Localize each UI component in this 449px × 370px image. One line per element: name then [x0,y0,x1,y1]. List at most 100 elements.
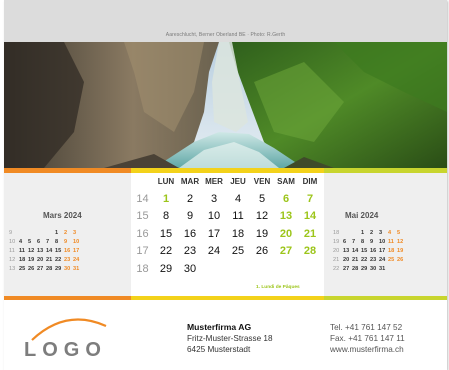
prev-month-grid: 9 1 2 3 10 4 5 6 7 8 9 10 11 11 12 13 14 15 16 17 12 18 19 20 21… [9,229,82,274]
weekday-label: SAM [277,177,295,186]
next_month-week-row: 20 13 14 15 16 17 18 19 [333,247,406,256]
main-day: 29 [159,262,173,275]
next_month-day: 14 [352,248,359,254]
prev_month-day: 4 [19,239,23,245]
prev_month-week-row: 13 25 26 27 28 29 30 31 [9,265,82,274]
next_month-day: 19 [397,248,404,254]
next_month-day: 5 [397,230,401,236]
prev_month-day: 6 [37,239,41,245]
next_month-day: 26 [397,257,404,263]
main-day: 26 [255,245,269,257]
weekday-label: VEN [253,177,271,186]
prev_month-day: 24 [73,257,80,263]
company-address: Musterfirma AG Fritz-Muster-Strasse 18 6… [187,322,273,355]
next-month-grid: 18 1 2 3 4 5 19 6 7 8 9 10 11 12 20 13 14 15 16 17 18 19 21 20 2… [333,229,406,274]
main-day: 23 [183,245,197,257]
phone-number: Tel. +41 761 147 52 [330,323,403,332]
prev_month-day: 13 [37,248,44,254]
prev_month-day [19,229,28,238]
prev-month-title: Mars 2024 [43,211,82,220]
website: www.musterfirma.ch [330,345,404,354]
prev_month-week-number: 12 [9,257,16,263]
holiday-note: 1. Lundi de Pâques [256,285,300,290]
main-day: 11 [232,210,244,222]
next_month-week-row: 18 1 2 3 4 5 [333,229,406,238]
prev_month-day: 3 [73,230,77,236]
main-day: 22 [159,245,173,257]
next_month-day: 31 [379,266,386,272]
main-day: 10 [207,210,221,222]
prev_month-day: 16 [64,248,71,254]
next_month-week-row: 22 27 28 29 30 31 [333,265,406,274]
main-day: 7 [306,192,314,205]
company-city: 6425 Musterstadt [187,345,251,354]
next_month-day: 23 [370,257,377,263]
main-day: 15 [159,227,173,240]
main-day: 28 [303,245,317,257]
prev_month-day: 7 [46,239,50,245]
main-day: 20 [279,227,293,240]
main-day: 5 [258,192,266,205]
weekday-label: MER [205,177,223,186]
weekday-label: MAR [180,177,200,186]
next_month-day: 17 [379,248,386,254]
main-week-number: 14 [136,192,149,205]
next-month-title: Mai 2024 [345,211,379,220]
bottom-band-lime [324,296,447,300]
next_month-day: 22 [361,257,368,263]
next_month-day [397,265,406,274]
fax-number: Fax. +41 761 147 11 [330,334,405,343]
next_month-day: 6 [343,239,347,245]
bottom-band-yellow [131,296,324,300]
prev_month-day: 20 [37,257,44,263]
logo: LOGO [24,339,107,361]
prev_month-day: 10 [73,239,80,245]
prev_month-day: 17 [73,248,80,254]
main-day: 17 [207,227,221,240]
next_month-day: 2 [370,230,374,236]
prev_month-day [37,229,46,238]
main-day: 25 [231,245,245,257]
next_month-day: 9 [370,239,374,245]
main-week-row: 15 8 9 10 11 12 13 14 [131,208,324,225]
prev_month-day: 19 [28,257,35,263]
prev_month-day: 11 [19,248,25,254]
prev_month-week-number: 13 [9,266,16,272]
next_month-day: 18 [388,248,395,254]
prev_month-day [46,229,55,238]
next_month-day: 25 [388,257,395,263]
prev_month-day: 25 [19,266,26,272]
main-day: 24 [207,245,221,257]
next_month-day: 8 [361,239,365,245]
main-day: 3 [210,192,218,205]
prev_month-day: 22 [55,257,62,263]
main-day: 27 [279,245,293,257]
main-week-number: 15 [136,210,149,222]
next_month-day: 21 [352,257,359,263]
next_month-day [388,265,397,274]
main-day: 21 [303,227,317,240]
weekday-header: LUN MAR MER JEU VEN SAM DIM [154,177,322,186]
next_month-day: 15 [361,248,368,254]
next_month-day [352,229,361,238]
next_month-day: 24 [379,257,386,263]
main-week-row: 16 15 16 17 18 19 20 21 [131,225,324,242]
company-street: Fritz-Muster-Strasse 18 [187,334,273,343]
next_month-day: 12 [397,239,404,245]
weekday-label: LUN [157,177,175,186]
prev_month-week-number: 10 [9,239,16,245]
prev_month-day: 8 [55,239,59,245]
next_month-day: 4 [388,230,392,236]
prev_month-day: 29 [55,266,62,272]
next_month-day: 10 [379,239,386,245]
main-day: 19 [255,227,269,240]
prev_month-day: 9 [64,239,68,245]
prev_month-day: 1 [55,230,59,236]
prev_month-day: 31 [73,266,80,272]
next_month-day: 13 [343,248,350,254]
prev_month-week-number: 11 [9,248,15,254]
next_month-week-number: 18 [333,230,340,236]
prev_month-week-row: 12 18 19 20 21 22 23 24 [9,256,82,265]
bottom-band-orange [4,296,131,300]
main-day: 12 [255,210,269,222]
